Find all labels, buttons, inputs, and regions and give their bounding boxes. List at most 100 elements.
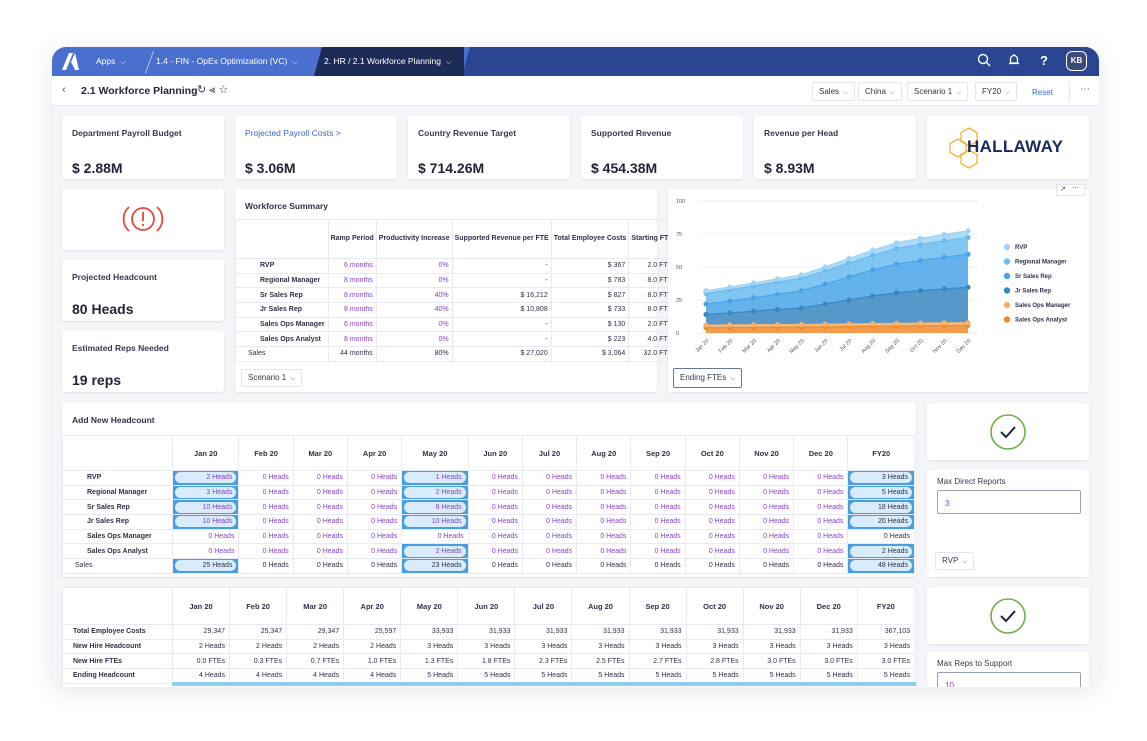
data-point[interactable] [893, 245, 900, 252]
data-point[interactable] [798, 305, 804, 311]
headcount-cell[interactable]: 0 Heads [401, 528, 469, 545]
headcount-cell[interactable]: 3 Heads [171, 484, 240, 501]
data-point[interactable] [965, 251, 971, 257]
data-point[interactable] [870, 321, 876, 327]
table-cell[interactable]: 6 months [327, 316, 377, 333]
headcount-cell[interactable]: 0 Heads [576, 528, 632, 545]
data-point[interactable] [941, 238, 947, 244]
data-point[interactable] [917, 257, 923, 264]
headcount-cell[interactable]: 0 Heads [793, 470, 849, 486]
anaplan-logo-icon[interactable] [62, 53, 80, 70]
table-cell[interactable]: 0% [375, 258, 453, 274]
max-direct-reports-input[interactable]: 3 [937, 490, 1081, 514]
headcount-cell[interactable]: 0 Heads [630, 543, 686, 560]
data-point[interactable] [846, 321, 852, 327]
measure-dropdown[interactable]: Ending FTEs ⌵ [673, 368, 743, 388]
data-point[interactable] [703, 311, 709, 318]
data-point[interactable] [751, 280, 757, 286]
headcount-cell[interactable]: 0 Heads [292, 484, 348, 501]
data-point[interactable] [941, 254, 947, 260]
headcount-cell[interactable]: 0 Heads [684, 514, 740, 530]
headcount-cell[interactable]: 0 Heads [346, 499, 403, 516]
data-point[interactable] [941, 231, 947, 238]
data-point[interactable] [941, 320, 947, 326]
table-cell[interactable]: 8 months [327, 272, 377, 289]
data-point[interactable] [751, 322, 757, 328]
legend-label[interactable]: Sr Sales Rep [1015, 274, 1052, 280]
headcount-cell[interactable]: 0 Heads [238, 514, 294, 530]
data-point[interactable] [822, 321, 828, 327]
table-cell[interactable]: 0% [375, 331, 453, 348]
bell-icon[interactable] [1006, 53, 1022, 69]
data-point[interactable] [965, 234, 971, 241]
headcount-cell[interactable]: 0 Heads [793, 514, 849, 530]
data-point[interactable] [870, 252, 876, 258]
headcount-cell[interactable]: 0 Heads [521, 543, 578, 560]
headcount-cell[interactable]: 0 Heads [630, 499, 686, 516]
table-cell[interactable]: 40% [375, 287, 453, 304]
headcount-cell[interactable]: 0 Heads [738, 543, 795, 560]
data-point[interactable] [774, 276, 781, 282]
data-point[interactable] [846, 255, 852, 262]
data-point[interactable] [917, 320, 923, 326]
legend-label[interactable]: Regional Manager [1015, 260, 1067, 266]
table-cell[interactable]: 40% [375, 302, 453, 318]
headcount-cell[interactable]: 0 Heads [684, 528, 740, 545]
data-point[interactable] [798, 272, 804, 278]
headcount-cell[interactable]: 0 Heads [292, 528, 348, 545]
headcount-cell[interactable]: 10 Heads [171, 499, 240, 516]
data-point[interactable] [727, 310, 733, 316]
headcount-cell[interactable]: 10 Heads [401, 514, 469, 530]
breadcrumb-model[interactable]: 1.4 - FIN - OpEx Optimization (VC) ⌵ [156, 47, 298, 76]
scenario-dropdown[interactable]: Scenario 1 ⌵ [241, 369, 303, 387]
headcount-cell[interactable]: 0 Heads [738, 528, 795, 545]
max-reps-input[interactable]: 10 [937, 672, 1081, 687]
data-point[interactable] [774, 321, 781, 328]
data-point[interactable] [846, 274, 852, 280]
apps-menu[interactable]: Apps ⌵ [96, 47, 126, 76]
data-point[interactable] [798, 321, 804, 328]
headcount-cell[interactable]: 0 Heads [171, 543, 240, 560]
headcount-cell[interactable]: 0 Heads [292, 514, 348, 530]
data-point[interactable] [727, 322, 733, 328]
headcount-cell[interactable]: 0 Heads [630, 528, 686, 545]
headcount-cell[interactable]: 0 Heads [238, 543, 294, 560]
table-cell[interactable]: 8 months [327, 302, 377, 318]
headcount-cell[interactable]: 0 Heads [467, 528, 523, 545]
headcount-cell[interactable]: 0 Heads [521, 528, 578, 545]
user-avatar[interactable]: KB [1066, 51, 1087, 71]
headcount-cell[interactable]: 0 Heads [684, 499, 740, 516]
headcount-cell[interactable]: 0 Heads [793, 484, 849, 501]
data-point[interactable] [917, 288, 923, 294]
help-icon[interactable]: ? [1036, 53, 1052, 69]
headcount-cell[interactable]: 2 Heads [171, 470, 240, 486]
reset-button[interactable]: Reset [1032, 88, 1053, 97]
more-options-icon[interactable]: ⋯ [1080, 84, 1090, 95]
headcount-cell[interactable]: 0 Heads [238, 470, 294, 486]
headcount-cell[interactable]: 0 Heads [292, 543, 348, 560]
headcount-cell[interactable]: 0 Heads [793, 528, 849, 545]
data-point[interactable] [798, 288, 804, 294]
data-point[interactable] [965, 284, 971, 290]
table-scroll-indicator[interactable] [172, 682, 916, 686]
headcount-cell[interactable]: 0 Heads [346, 484, 403, 501]
kpi-card-projected-payroll[interactable]: Projected Payroll Costs > $ 3.06M [235, 116, 397, 179]
legend-label[interactable]: Sales Ops Manager [1015, 303, 1071, 309]
data-point[interactable] [703, 301, 709, 307]
back-chevron-icon[interactable]: ‹ [62, 84, 66, 96]
data-point[interactable] [846, 297, 852, 303]
data-point[interactable] [917, 241, 923, 248]
headcount-cell[interactable]: 0 Heads [576, 470, 632, 486]
headcount-cell[interactable]: 0 Heads [238, 499, 294, 516]
role-dropdown[interactable]: RVP ⌵ [935, 552, 975, 570]
headcount-cell[interactable]: 0 Heads [576, 499, 632, 516]
headcount-cell[interactable]: 0 Heads [521, 484, 578, 501]
data-point[interactable] [893, 290, 900, 296]
refresh-icon[interactable]: ↻ [197, 84, 209, 96]
filter-country[interactable]: China ⌵ [858, 82, 902, 101]
data-point[interactable] [703, 322, 709, 328]
headcount-cell[interactable]: 8 Heads [401, 499, 469, 516]
headcount-cell[interactable]: 0 Heads [467, 543, 523, 560]
data-point[interactable] [965, 228, 971, 234]
headcount-cell[interactable]: 0 Heads [346, 470, 403, 486]
